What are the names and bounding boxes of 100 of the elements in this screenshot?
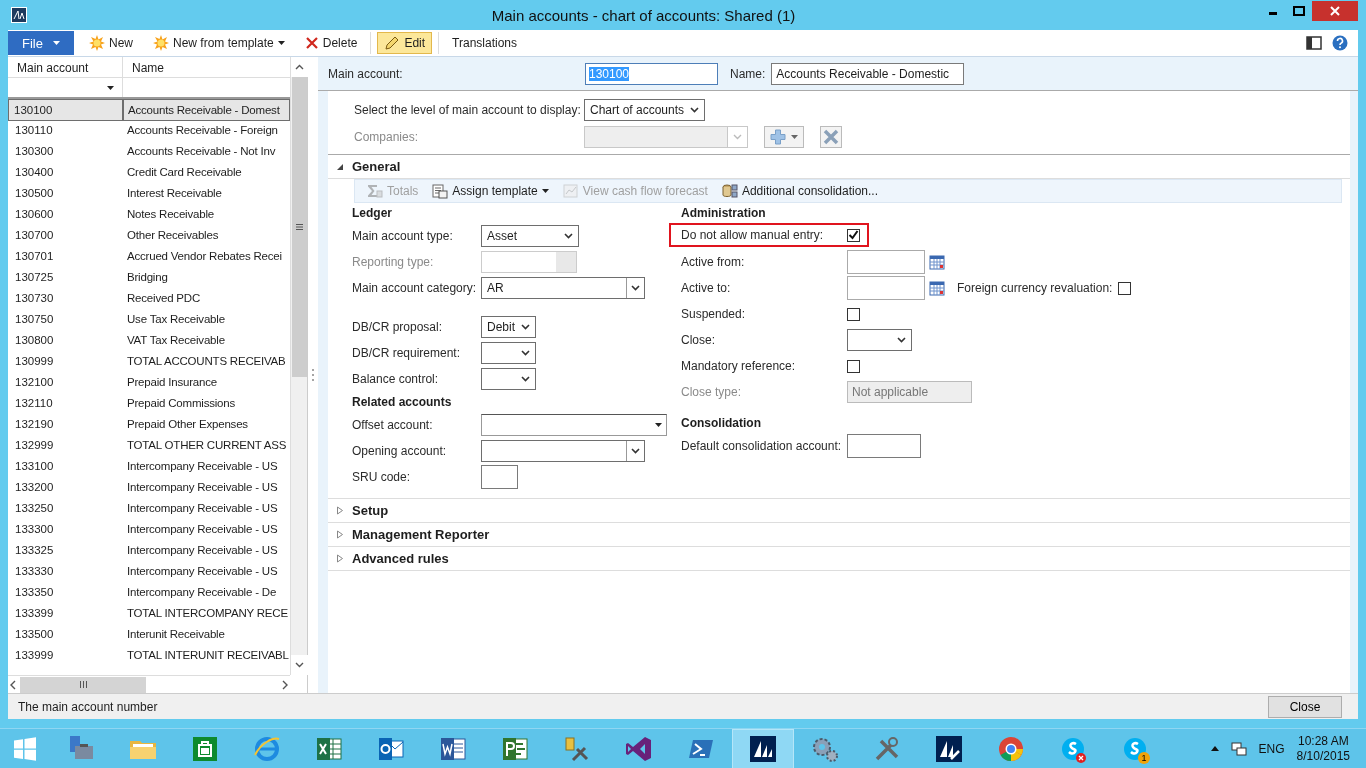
dropdown-field[interactable] xyxy=(481,440,645,462)
calendar-icon[interactable] xyxy=(929,254,945,270)
panel-icon[interactable] xyxy=(1306,36,1322,50)
table-cell[interactable]: Intercompany Receivable - US xyxy=(123,561,290,582)
toolbar-button[interactable]: Assign template xyxy=(432,183,549,199)
table-cell[interactable]: 133399 xyxy=(8,603,123,624)
calendar-icon[interactable] xyxy=(929,280,945,296)
dropdown-field[interactable]: AR xyxy=(481,277,645,299)
table-cell[interactable]: Interunit Receivable xyxy=(123,624,290,645)
dropdown-field[interactable]: Chart of accounts xyxy=(584,99,706,121)
language-indicator[interactable]: ENG xyxy=(1258,741,1285,756)
date-field[interactable] xyxy=(847,250,925,274)
table-cell[interactable]: 130700 xyxy=(8,225,123,246)
checkbox[interactable] xyxy=(1118,281,1132,295)
checkbox[interactable] xyxy=(847,228,860,242)
table-cell[interactable]: Intercompany Receivable - US xyxy=(123,477,290,498)
table-cell[interactable]: TOTAL INTERCOMPANY RECE xyxy=(123,603,290,624)
table-cell[interactable]: Other Receivables xyxy=(123,225,290,246)
section-header[interactable]: Management Reporter xyxy=(352,527,490,542)
column-header[interactable]: Name xyxy=(123,57,290,77)
table-cell[interactable]: Received PDC xyxy=(123,288,290,309)
input-field[interactable] xyxy=(481,465,518,489)
table-cell[interactable]: 133999 xyxy=(8,645,123,666)
new-button[interactable]: New from template xyxy=(146,32,292,54)
remove-button[interactable] xyxy=(820,125,842,148)
table-cell[interactable]: Bridging xyxy=(123,267,290,288)
table-cell[interactable]: 133300 xyxy=(8,519,123,540)
table-cell[interactable]: 130999 xyxy=(8,351,123,372)
dropdown-field[interactable] xyxy=(481,414,667,436)
toolbar-button[interactable]: Additional consolidation... xyxy=(721,183,878,199)
table-cell[interactable]: Credit Card Receivable xyxy=(123,162,290,183)
input-field[interactable]: Accounts Receivable - Domestic xyxy=(771,62,965,85)
table-cell[interactable]: 133350 xyxy=(8,582,123,603)
table-cell[interactable]: TOTAL ACCOUNTS RECEIVAB xyxy=(123,351,290,372)
clock-date[interactable]: 8/10/2015 xyxy=(1296,748,1350,764)
table-cell[interactable]: 130600 xyxy=(8,204,123,225)
expand-icon[interactable] xyxy=(336,530,344,539)
table-cell[interactable]: VAT Tax Receivable xyxy=(123,330,290,351)
help-icon[interactable] xyxy=(1332,35,1348,51)
checkbox[interactable] xyxy=(847,307,860,321)
table-cell[interactable]: 133250 xyxy=(8,498,123,519)
section-header[interactable]: Setup xyxy=(352,503,389,518)
table-cell[interactable]: 130701 xyxy=(8,246,123,267)
new-button[interactable]: New xyxy=(82,32,140,54)
table-cell[interactable]: Intercompany Receivable - US xyxy=(123,519,290,540)
add-button[interactable] xyxy=(764,125,804,148)
table-cell[interactable]: 132100 xyxy=(8,372,123,393)
table-cell[interactable]: 130400 xyxy=(8,162,123,183)
table-cell[interactable]: 132110 xyxy=(8,393,123,414)
table-cell[interactable]: Accounts Receivable - Domest xyxy=(123,99,290,121)
table-cell[interactable]: 130730 xyxy=(8,288,123,309)
table-cell[interactable]: Accrued Vendor Rebates Recei xyxy=(123,246,290,267)
table-cell[interactable]: Notes Receivable xyxy=(123,204,290,225)
table-cell[interactable]: 130725 xyxy=(8,267,123,288)
table-cell[interactable]: 130110 xyxy=(8,120,123,141)
table-cell[interactable]: 130300 xyxy=(8,141,123,162)
table-cell[interactable]: TOTAL OTHER CURRENT ASS xyxy=(123,435,290,456)
table-cell[interactable]: Use Tax Receivable xyxy=(123,309,290,330)
dropdown-field[interactable]: Asset xyxy=(481,225,579,247)
table-cell[interactable]: Intercompany Receivable - US xyxy=(123,540,290,561)
collapse-icon[interactable] xyxy=(336,162,344,171)
clock-time[interactable]: 10:28 AM xyxy=(1297,733,1349,749)
table-cell[interactable]: Interest Receivable xyxy=(123,183,290,204)
translations-button[interactable]: Translations xyxy=(445,32,524,54)
table-cell[interactable]: Accounts Receivable - Foreign xyxy=(123,120,290,141)
dropdown-field[interactable] xyxy=(847,329,912,351)
network-icon[interactable] xyxy=(1230,740,1247,757)
table-cell[interactable]: Intercompany Receivable - De xyxy=(123,582,290,603)
taskbar-button[interactable]: 1 xyxy=(1104,728,1166,768)
table-cell[interactable]: Intercompany Receivable - US xyxy=(123,498,290,519)
table-cell[interactable]: 130500 xyxy=(8,183,123,204)
table-cell[interactable]: Intercompany Receivable - US xyxy=(123,456,290,477)
edit-button[interactable]: Edit xyxy=(377,32,433,54)
file-menu-button[interactable]: File xyxy=(8,31,74,55)
table-cell[interactable]: Accounts Receivable - Not Inv xyxy=(123,141,290,162)
dropdown-field[interactable] xyxy=(481,368,536,390)
taskbar-button[interactable] xyxy=(732,728,794,768)
table-cell[interactable]: 130800 xyxy=(8,330,123,351)
table-cell[interactable]: 132190 xyxy=(8,414,123,435)
delete-button[interactable]: Delete xyxy=(297,32,365,54)
table-cell[interactable]: 133330 xyxy=(8,561,123,582)
dropdown-field[interactable] xyxy=(481,342,536,364)
table-cell[interactable]: 132999 xyxy=(8,435,123,456)
show-hidden-icons-icon[interactable] xyxy=(1210,746,1219,751)
column-header[interactable]: Main account xyxy=(8,57,123,77)
dropdown-field[interactable]: Debit xyxy=(481,316,536,338)
expand-icon[interactable] xyxy=(336,554,344,563)
table-cell[interactable]: 133200 xyxy=(8,477,123,498)
table-cell[interactable]: Prepaid Insurance xyxy=(123,372,290,393)
close-button[interactable] xyxy=(1312,1,1358,21)
table-cell[interactable]: 130100 xyxy=(8,99,123,121)
date-field[interactable] xyxy=(847,276,925,300)
section-header[interactable]: General xyxy=(352,159,401,174)
table-cell[interactable]: 130750 xyxy=(8,309,123,330)
close-button[interactable]: Close xyxy=(1268,695,1342,718)
checkbox[interactable] xyxy=(847,359,860,373)
section-header[interactable]: Advanced rules xyxy=(352,551,449,566)
table-cell[interactable]: Prepaid Commissions xyxy=(123,393,290,414)
table-cell[interactable]: 133100 xyxy=(8,456,123,477)
table-cell[interactable]: 133500 xyxy=(8,624,123,645)
